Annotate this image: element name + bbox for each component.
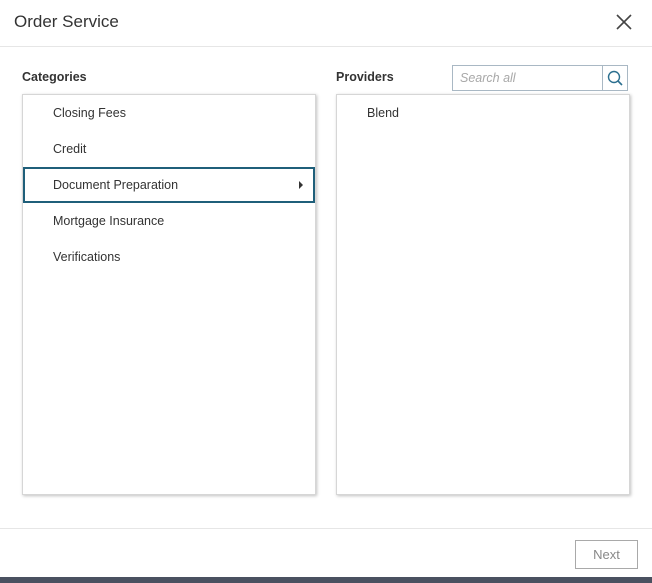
search-input[interactable] <box>453 66 601 90</box>
category-label: Document Preparation <box>53 178 179 192</box>
order-service-dialog: Order Service Categories Providers Closi… <box>0 0 652 583</box>
category-label: Closing Fees <box>53 106 126 120</box>
category-item-document-preparation[interactable]: Document Preparation <box>23 167 315 203</box>
category-label: Mortgage Insurance <box>53 214 165 228</box>
dialog-title: Order Service <box>14 12 119 31</box>
close-button[interactable] <box>612 10 636 34</box>
categories-label: Categories <box>22 70 87 84</box>
category-label: Verifications <box>53 250 121 264</box>
category-item-credit[interactable]: Credit <box>23 131 315 167</box>
category-item-closing-fees[interactable]: Closing Fees <box>23 95 315 131</box>
close-icon <box>616 14 632 30</box>
dialog-header: Order Service <box>0 0 652 47</box>
providers-list: Blend <box>336 94 630 495</box>
next-button[interactable]: Next <box>575 540 638 569</box>
provider-label: Blend <box>367 106 399 120</box>
category-item-mortgage-insurance[interactable]: Mortgage Insurance <box>23 203 315 239</box>
providers-label: Providers <box>336 70 394 84</box>
footer-bar <box>0 577 652 583</box>
category-item-verifications[interactable]: Verifications <box>23 239 315 275</box>
caret-right-icon <box>299 181 303 189</box>
search-icon <box>607 70 623 86</box>
categories-list: Closing Fees Credit Document Preparation… <box>22 94 316 495</box>
dialog-footer: Next <box>0 528 652 577</box>
search-button[interactable] <box>602 66 627 90</box>
category-label: Credit <box>53 142 87 156</box>
provider-search <box>452 65 628 91</box>
provider-item-blend[interactable]: Blend <box>337 95 629 131</box>
